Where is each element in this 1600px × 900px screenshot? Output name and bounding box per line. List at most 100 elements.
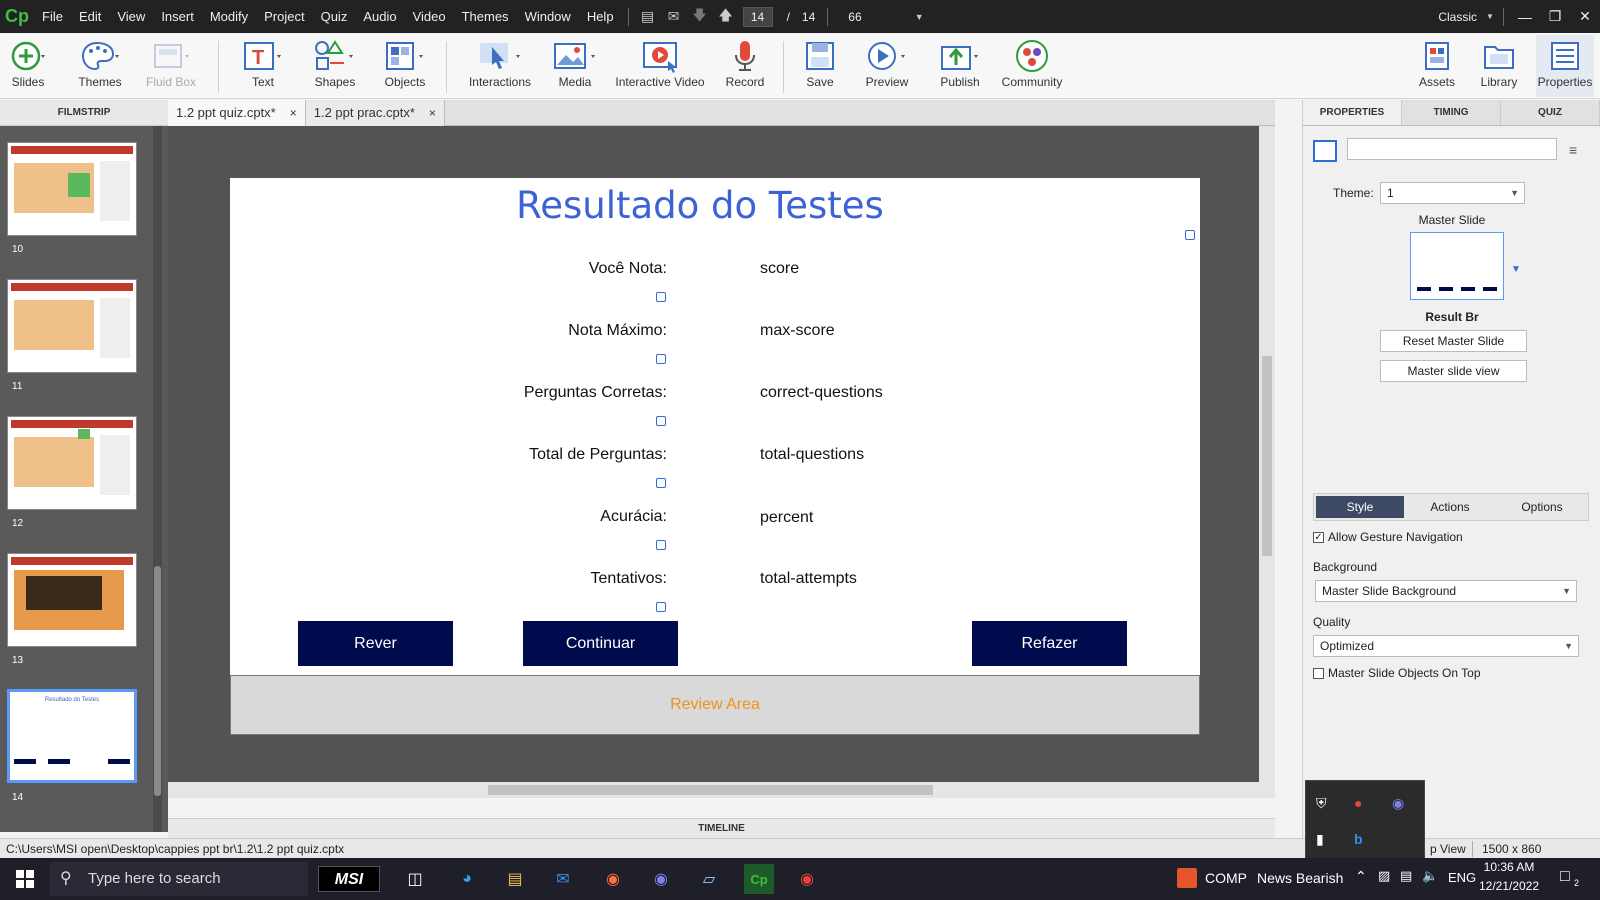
tab-prac-project[interactable]: 1.2 ppt prac.cptx* ×: [305, 100, 445, 126]
result-value[interactable]: total-attempts: [760, 570, 857, 588]
edge-browser-icon[interactable]: ◕: [452, 864, 482, 894]
timeline-header[interactable]: TIMELINE: [168, 818, 1275, 838]
reset-master-slide-button[interactable]: Reset Master Slide: [1380, 330, 1527, 352]
preview-button[interactable]: Preview: [862, 37, 912, 97]
anchor-icon[interactable]: [656, 416, 666, 426]
msi-app-icon[interactable]: MSI: [318, 866, 380, 892]
scroll-handle[interactable]: [1262, 356, 1272, 556]
slide-thumbnail-13[interactable]: [7, 553, 137, 647]
slide-thumbnail-14[interactable]: Resultado do Testes: [7, 689, 137, 783]
tab-quiz-project[interactable]: 1.2 ppt quiz.cptx* ×: [168, 100, 306, 126]
result-label[interactable]: Total de Perguntas:: [417, 446, 667, 464]
menu-audio[interactable]: Audio: [355, 9, 404, 24]
menu-file[interactable]: File: [34, 9, 71, 24]
continue-button[interactable]: Continuar: [523, 621, 678, 666]
shapes-button[interactable]: Shapes: [310, 37, 360, 97]
slide-thumbnail-11[interactable]: [7, 279, 137, 373]
captivate-taskbar-icon[interactable]: Cp: [744, 864, 774, 894]
mail-app-icon[interactable]: ✉: [548, 864, 578, 894]
zoom-value[interactable]: 66: [842, 10, 902, 24]
chevron-up-icon[interactable]: ⌃: [1355, 868, 1367, 885]
publish-button[interactable]: Publish: [935, 37, 985, 97]
firefox-icon[interactable]: ◉: [598, 864, 628, 894]
menu-edit[interactable]: Edit: [71, 9, 109, 24]
result-label[interactable]: Você Nota:: [417, 260, 667, 278]
menu-quiz[interactable]: Quiz: [313, 9, 356, 24]
quality-select[interactable]: Optimized ▼: [1313, 635, 1579, 657]
current-slide-input[interactable]: 14: [742, 6, 773, 27]
options-menu-icon[interactable]: ≡: [1569, 142, 1577, 158]
slide-title[interactable]: Resultado do Testes: [230, 184, 1170, 227]
result-value[interactable]: total-questions: [760, 446, 864, 464]
result-label[interactable]: Tentativos:: [417, 570, 667, 588]
interactive-video-button[interactable]: Interactive Video: [615, 37, 705, 97]
news-tray-icon[interactable]: [1177, 868, 1197, 888]
bing-tray-icon[interactable]: b: [1354, 831, 1363, 847]
menu-help[interactable]: Help: [579, 9, 622, 24]
minimize-icon[interactable]: —: [1510, 9, 1540, 25]
master-slide-view-button[interactable]: Master slide view: [1380, 360, 1527, 382]
slide-name-input[interactable]: [1347, 138, 1557, 160]
anchor-icon[interactable]: [656, 354, 666, 364]
language-indicator[interactable]: ENG: [1448, 870, 1476, 885]
theme-select[interactable]: 1 ▼: [1380, 182, 1525, 204]
stage-vertical-scrollbar[interactable]: [1259, 126, 1275, 782]
text-button[interactable]: T Text: [238, 37, 288, 97]
anchor-icon[interactable]: [656, 478, 666, 488]
bookmark-tray-icon[interactable]: ▮: [1316, 831, 1324, 848]
result-value[interactable]: correct-questions: [760, 384, 883, 402]
result-label[interactable]: Acurácia:: [417, 508, 667, 526]
anchor-icon[interactable]: [656, 292, 666, 302]
close-tab-icon[interactable]: ×: [429, 100, 436, 126]
subtab-actions[interactable]: Actions: [1406, 496, 1494, 518]
allow-gesture-checkbox[interactable]: ✓: [1313, 532, 1324, 543]
background-select[interactable]: Master Slide Background ▼: [1315, 580, 1577, 602]
result-value[interactable]: score: [760, 260, 799, 278]
record-button[interactable]: Record: [720, 37, 770, 97]
anchor-icon[interactable]: [1185, 230, 1195, 240]
menu-project[interactable]: Project: [256, 9, 312, 24]
notification-icon[interactable]: □: [1560, 868, 1570, 886]
anchor-icon[interactable]: [656, 540, 666, 550]
tab-quiz[interactable]: QUIZ: [1501, 100, 1600, 125]
slide-canvas[interactable]: Resultado do Testes Você Nota: score Not…: [230, 178, 1200, 735]
result-label[interactable]: Nota Máximo:: [417, 322, 667, 340]
retake-button[interactable]: Refazer: [972, 621, 1127, 666]
result-value[interactable]: percent: [760, 509, 813, 527]
slides-button[interactable]: Slides: [8, 37, 48, 97]
view-mode[interactable]: p View: [1430, 839, 1466, 859]
slide-color-icon[interactable]: [1313, 140, 1337, 162]
slide-thumbnail-12[interactable]: [7, 416, 137, 510]
menu-window[interactable]: Window: [517, 9, 579, 24]
app-tray-icon[interactable]: ●: [1354, 795, 1362, 811]
close-tab-icon[interactable]: ×: [290, 100, 297, 126]
app-icon[interactable]: ▱: [694, 864, 724, 894]
teams-icon[interactable]: ◉: [646, 864, 676, 894]
network-icon[interactable]: ▤: [1400, 868, 1412, 884]
arrow-down-icon[interactable]: 🡇: [687, 5, 713, 29]
volume-icon[interactable]: 🔈: [1422, 868, 1438, 884]
stage-horizontal-scrollbar[interactable]: [168, 782, 1275, 798]
menu-themes[interactable]: Themes: [454, 9, 517, 24]
workspace-selector[interactable]: Classic: [1432, 10, 1483, 24]
result-value[interactable]: max-score: [760, 322, 835, 340]
filmstrip-scrollbar[interactable]: [153, 126, 162, 832]
result-label[interactable]: Perguntas Corretas:: [417, 384, 667, 402]
library-button[interactable]: Library: [1477, 37, 1521, 97]
security-shield-icon[interactable]: ⛨: [1316, 795, 1327, 812]
properties-button[interactable]: Properties: [1536, 35, 1594, 97]
assets-button[interactable]: Assets: [1417, 37, 1457, 97]
menu-modify[interactable]: Modify: [202, 9, 256, 24]
taskbar-search-input[interactable]: ⚲ Type here to search: [50, 862, 308, 896]
close-icon[interactable]: ✕: [1570, 8, 1600, 25]
tab-properties[interactable]: PROPERTIES: [1303, 100, 1402, 125]
clock-time[interactable]: 10:36 AM: [1478, 860, 1540, 874]
review-area[interactable]: Review Area: [230, 675, 1200, 735]
scroll-handle[interactable]: [154, 566, 161, 796]
objects-button[interactable]: Objects: [380, 37, 430, 97]
save-button[interactable]: Save: [800, 37, 840, 97]
task-view-icon[interactable]: ◫: [400, 864, 430, 894]
anchor-icon[interactable]: [656, 602, 666, 612]
tab-timing[interactable]: TIMING: [1402, 100, 1501, 125]
restore-icon[interactable]: ❐: [1540, 8, 1570, 25]
